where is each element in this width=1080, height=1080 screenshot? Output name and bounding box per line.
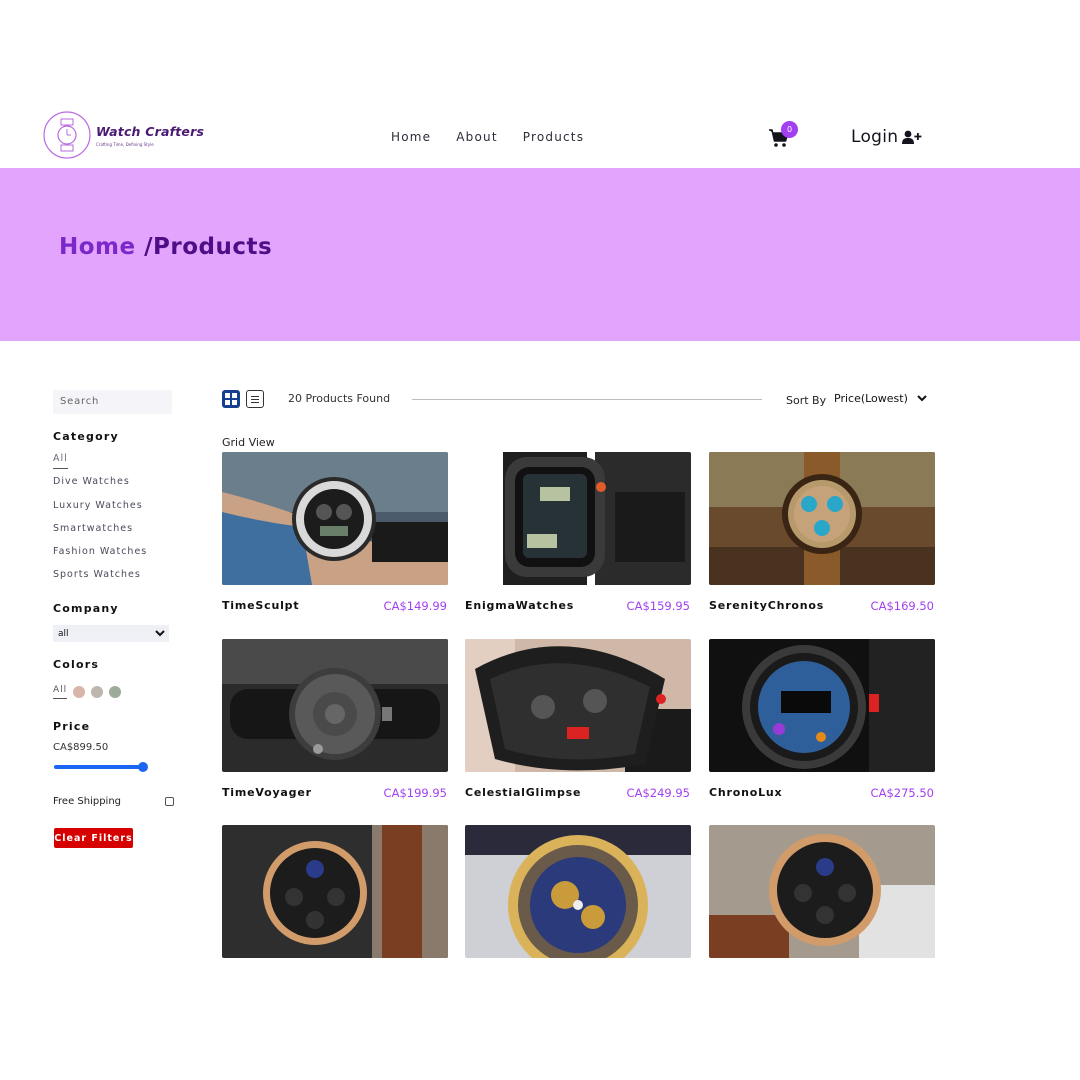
- list-view-button[interactable]: [246, 390, 264, 408]
- free-shipping-label: Free Shipping: [53, 796, 122, 807]
- product-card[interactable]: SerenityChronos CA$169.50: [709, 452, 935, 613]
- view-mode-caption: Grid View: [222, 436, 275, 449]
- breadcrumb-home[interactable]: Home: [59, 234, 136, 260]
- slider-track: [54, 765, 146, 769]
- breadcrumb-current: /Products: [144, 234, 273, 260]
- brand-name: Watch Crafters: [96, 123, 205, 139]
- category-all[interactable]: All: [53, 453, 147, 476]
- product-name: TimeVoyager: [222, 786, 312, 799]
- product-price: CA$199.95: [383, 786, 447, 800]
- toolbar-divider: [412, 399, 762, 400]
- filters-sidebar: Category All Dive Watches Luxury Watches…: [53, 389, 183, 848]
- product-name: ChronoLux: [709, 786, 783, 799]
- color-swatch[interactable]: [73, 686, 86, 698]
- breadcrumb: Home /Products: [59, 234, 272, 260]
- free-shipping-filter: Free Shipping: [53, 796, 174, 807]
- chevron-down-icon: [917, 395, 927, 402]
- skeleton-sport-watch-image[interactable]: [465, 639, 691, 772]
- category-smartwatches[interactable]: Smartwatches: [53, 523, 147, 546]
- gold-skeleton-watch-image[interactable]: [465, 825, 691, 958]
- product-card[interactable]: [465, 825, 691, 958]
- color-filter: All: [53, 685, 122, 699]
- product-name: EnigmaWatches: [465, 599, 575, 612]
- category-dive-watches[interactable]: Dive Watches: [53, 476, 147, 499]
- watch-logo-icon: [43, 111, 91, 159]
- category-luxury-watches[interactable]: Luxury Watches: [53, 500, 147, 523]
- rugged-smartwatch-image[interactable]: [465, 452, 691, 585]
- color-all[interactable]: All: [53, 685, 68, 699]
- grid-view-button[interactable]: [222, 390, 240, 408]
- main-nav: Home About Products: [391, 130, 584, 144]
- colors-title: Colors: [53, 658, 100, 671]
- price-value: CA$899.50: [53, 742, 109, 753]
- product-card[interactable]: TimeVoyager CA$199.95: [222, 639, 448, 800]
- magnetic-ball-watch-image[interactable]: [222, 639, 448, 772]
- user-plus-icon: [902, 130, 922, 144]
- product-price: CA$149.99: [383, 599, 447, 613]
- page-hero: Home /Products: [0, 168, 1080, 341]
- login-button[interactable]: Login: [851, 127, 922, 147]
- chevron-down-icon: [155, 630, 165, 637]
- login-label: Login: [851, 127, 899, 147]
- sort-value: Price(Lowest): [834, 392, 908, 405]
- nav-about[interactable]: About: [456, 130, 497, 144]
- product-name: CelestialGlimpse: [465, 786, 582, 799]
- product-card[interactable]: [709, 825, 935, 958]
- wooden-blue-chronograph-image[interactable]: [709, 452, 935, 585]
- rose-gold-black-dial-image[interactable]: [709, 825, 935, 958]
- clear-filters-button[interactable]: Clear Filters: [54, 828, 133, 848]
- nav-home[interactable]: Home: [391, 130, 431, 144]
- silver-digital-watch-image[interactable]: [222, 452, 448, 585]
- slider-thumb[interactable]: [138, 762, 149, 772]
- category-sports-watches[interactable]: Sports Watches: [53, 569, 147, 592]
- product-price: CA$159.95: [626, 599, 690, 613]
- cart-count-badge: 0: [781, 121, 798, 138]
- product-name: TimeSculpt: [222, 599, 300, 612]
- brand-tagline: Crafting Time, Defining Style: [96, 141, 154, 147]
- rose-gold-chronograph-image[interactable]: [222, 825, 448, 958]
- category-fashion-watches[interactable]: Fashion Watches: [53, 546, 147, 569]
- free-shipping-checkbox[interactable]: [165, 797, 174, 806]
- search-input[interactable]: [53, 389, 172, 414]
- color-swatch[interactable]: [91, 686, 104, 698]
- product-price: CA$275.50: [870, 786, 934, 800]
- product-price: CA$249.95: [626, 786, 690, 800]
- site-header: Watch Crafters Crafting Time, Defining S…: [0, 100, 1080, 168]
- category-title: Category: [53, 430, 119, 443]
- company-value: all: [58, 628, 69, 639]
- brand-logo[interactable]: Watch Crafters Crafting Time, Defining S…: [42, 110, 204, 160]
- product-price: CA$169.50: [870, 599, 934, 613]
- sort-label: Sort By: [786, 394, 827, 407]
- product-card[interactable]: EnigmaWatches CA$159.95: [465, 452, 691, 613]
- company-title: Company: [53, 602, 119, 615]
- category-label: All: [53, 453, 68, 469]
- price-title: Price: [53, 720, 91, 733]
- product-name: SerenityChronos: [709, 599, 825, 612]
- sort-select[interactable]: Price(Lowest): [834, 392, 927, 405]
- product-card[interactable]: TimeSculpt CA$149.99: [222, 452, 448, 613]
- smartwatch-blue-dial-image[interactable]: [709, 639, 935, 772]
- category-list: All Dive Watches Luxury Watches Smartwat…: [53, 453, 147, 593]
- color-swatch[interactable]: [109, 686, 122, 698]
- company-select[interactable]: all: [53, 625, 169, 642]
- price-slider[interactable]: [54, 762, 150, 772]
- products-found-count: 20 Products Found: [288, 392, 391, 405]
- product-card[interactable]: CelestialGlimpse CA$249.95: [465, 639, 691, 800]
- product-card[interactable]: [222, 825, 448, 958]
- product-card[interactable]: ChronoLux CA$275.50: [709, 639, 935, 800]
- nav-products[interactable]: Products: [523, 130, 584, 144]
